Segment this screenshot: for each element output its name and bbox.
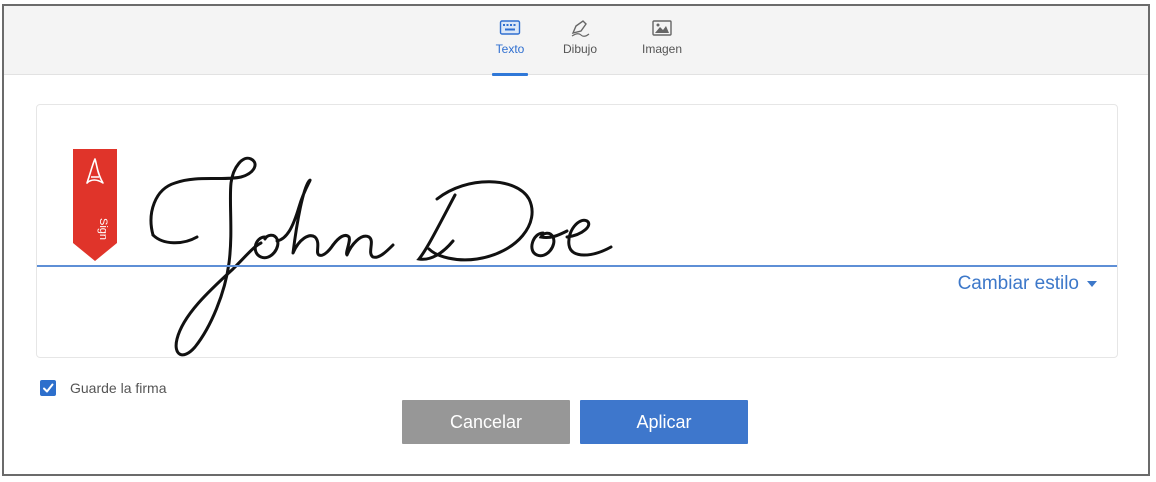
- adobe-sign-tag-icon: Sign: [73, 149, 117, 261]
- image-icon: [652, 20, 672, 36]
- tab-label: Texto: [495, 42, 525, 56]
- change-style-label: Cambiar estilo: [957, 273, 1079, 294]
- cancel-button[interactable]: Cancelar: [402, 400, 570, 444]
- tab-texto[interactable]: Texto: [480, 14, 540, 76]
- checkmark-icon: [43, 383, 54, 393]
- save-signature-checkbox[interactable]: [40, 380, 56, 396]
- signature-mode-tabs: Texto Dibujo Imagen: [4, 6, 1148, 76]
- pen-draw-icon: [571, 20, 590, 37]
- tab-label: Dibujo: [562, 42, 598, 56]
- sign-tag-label: Sign: [97, 218, 109, 240]
- active-tab-indicator: [492, 73, 528, 76]
- signature-baseline: [37, 265, 1117, 267]
- tab-dibujo[interactable]: Dibujo: [550, 14, 610, 70]
- chevron-down-icon: [1087, 281, 1097, 287]
- apply-button[interactable]: Aplicar: [580, 400, 748, 444]
- signature-preview: [149, 156, 613, 357]
- signature-area[interactable]: Sign Cambiar estilo: [36, 104, 1118, 358]
- keyboard-icon: [499, 20, 521, 35]
- change-style-dropdown[interactable]: Cambiar estilo: [958, 273, 1097, 295]
- signature-dialog: Texto Dibujo Imagen Sign Cambiar estilo …: [2, 4, 1150, 476]
- tab-label: Imagen: [641, 42, 683, 56]
- save-signature-label: Guarde la firma: [70, 380, 167, 396]
- tab-imagen[interactable]: Imagen: [632, 14, 692, 70]
- save-signature-option: Guarde la firma: [40, 380, 166, 396]
